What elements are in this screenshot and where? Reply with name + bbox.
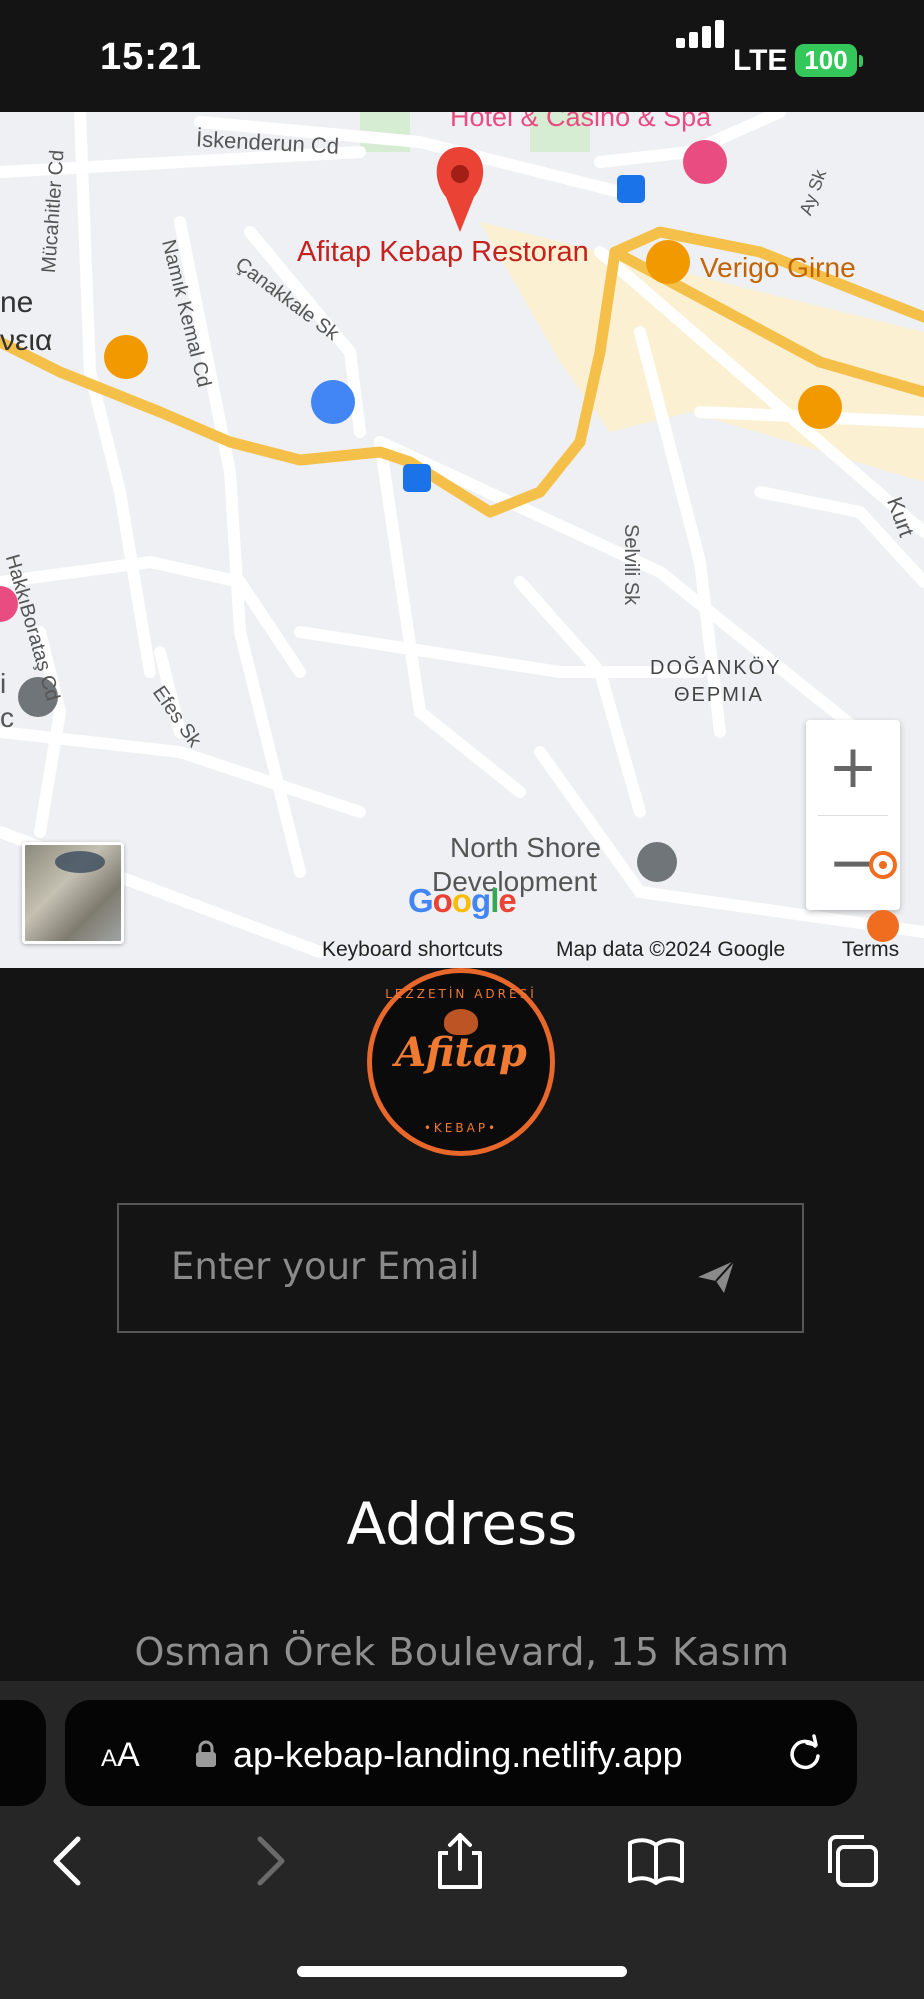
map-label-left-i: i [0, 668, 7, 699]
email-input[interactable] [169, 1235, 673, 1297]
text-size-button[interactable]: AA [101, 1736, 140, 1775]
status-bar: 15:21 LTE 100 [0, 0, 924, 112]
map-label-veia: νεια [0, 324, 53, 357]
url-text[interactable]: ap-kebap-landing.netlify.app [233, 1734, 683, 1776]
send-icon[interactable] [696, 1259, 736, 1295]
map-label-ne: ne [0, 286, 34, 319]
map-label-hotel: Hotel & Casino & Spa [450, 112, 712, 132]
address-text: Osman Örek Boulevard, 15 Kasım [134, 1630, 790, 1674]
map-label-left-c: c [0, 702, 14, 733]
terms-link[interactable]: Terms [842, 938, 899, 962]
map-label-verigo: Verigo Girne [700, 252, 856, 283]
share-icon[interactable] [430, 1831, 490, 1891]
home-indicator [297, 1966, 627, 1977]
previous-tab[interactable] [0, 1700, 46, 1806]
aa-small: A [101, 1745, 118, 1772]
map-label-afitap: Afitap Kebap Restoran [297, 236, 589, 268]
map-attribution: Keyboard shortcuts Map data ©2024 Google… [0, 934, 924, 968]
google-logo: Google [408, 882, 517, 919]
address-heading: Address [346, 1490, 578, 1558]
battery-tip [859, 55, 863, 67]
bookmarks-icon[interactable] [626, 1831, 686, 1891]
map-label-selvili: Selvili Sk [620, 524, 642, 606]
satellite-toggle-thumbnail[interactable] [22, 842, 124, 944]
target-icon [869, 851, 897, 879]
map-label-north-shore: North Shore [450, 832, 601, 863]
aa-large: A [117, 1736, 140, 1774]
forward-icon[interactable] [238, 1831, 298, 1891]
map-label-thermia: ΘΕΡΜΙΑ [674, 684, 764, 706]
newsletter-form [117, 1203, 804, 1333]
logo-bottom-text: •KEBAP• [423, 1121, 499, 1135]
safari-toolbar: AA ap-kebap-landing.netlify.app [0, 1681, 924, 1999]
logo-name: Afitap [395, 1029, 527, 1076]
reload-icon[interactable] [785, 1734, 825, 1774]
afitap-pin [436, 147, 484, 232]
logo-top-text: LEZZETİN ADRESİ [385, 987, 537, 1001]
battery-icon: 100 [795, 44, 857, 77]
network-type: LTE [733, 44, 788, 77]
keyboard-shortcuts-link[interactable]: Keyboard shortcuts [322, 938, 503, 962]
afitap-logo: LEZZETİN ADRESİ Afitap •KEBAP• [367, 968, 555, 1156]
address-bar[interactable]: AA ap-kebap-landing.netlify.app [65, 1700, 857, 1806]
map-label-dogankoy: DOĞANKÖY [650, 657, 782, 679]
zoom-in-button[interactable]: + [806, 720, 900, 814]
google-map[interactable]: Hotel & Casino & Spa İskenderun Cd Mücah… [0, 112, 924, 968]
map-data-text: Map data ©2024 Google [556, 938, 786, 961]
back-icon[interactable] [40, 1831, 100, 1891]
lock-icon [196, 1740, 216, 1767]
tabs-icon[interactable] [822, 1831, 882, 1891]
zoom-control: + − [806, 720, 900, 910]
status-time: 15:21 [100, 36, 203, 78]
